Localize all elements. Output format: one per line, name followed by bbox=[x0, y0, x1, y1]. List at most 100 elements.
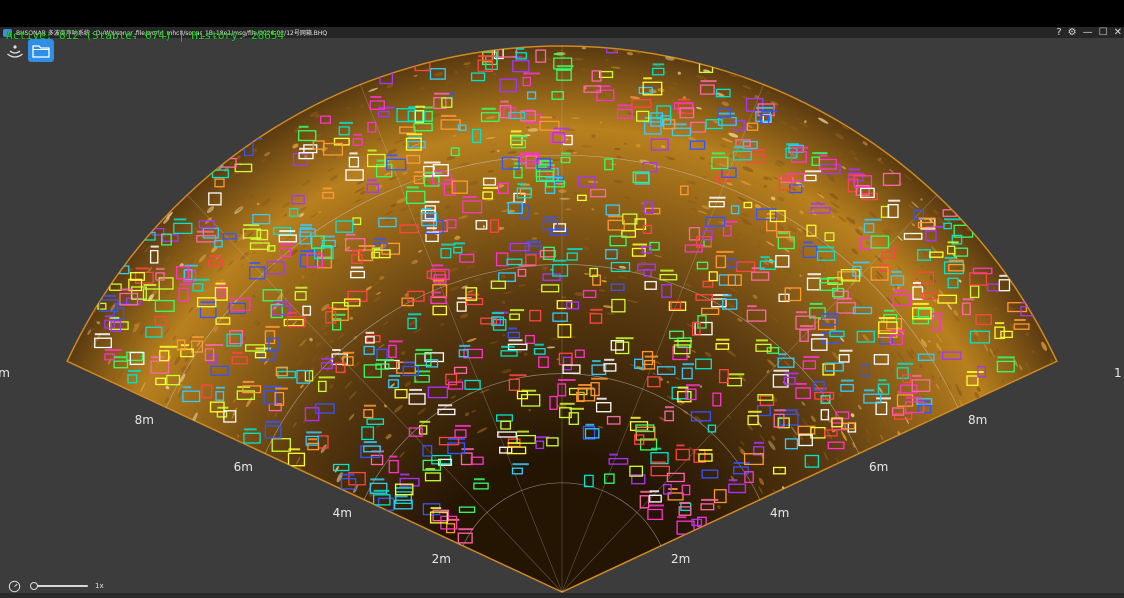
folder-icon bbox=[32, 44, 50, 58]
target-id-tag bbox=[300, 224, 312, 227]
target-id-tag bbox=[431, 291, 441, 294]
target-id-tag bbox=[630, 416, 641, 419]
target-id-tag bbox=[962, 298, 975, 301]
target-id-tag bbox=[543, 216, 558, 219]
target-id-tag bbox=[458, 528, 474, 531]
target-id-tag bbox=[853, 261, 870, 264]
target-id-tag bbox=[433, 92, 450, 95]
target-id-tag bbox=[913, 282, 921, 284]
target-id-tag bbox=[995, 322, 1005, 325]
playback-speed-slider[interactable] bbox=[30, 582, 88, 590]
target-id-tag bbox=[912, 302, 929, 305]
target-id-tag bbox=[279, 230, 296, 233]
target-id-tag bbox=[796, 382, 807, 385]
target-id-tag bbox=[812, 152, 828, 155]
target-id-tag bbox=[215, 282, 226, 285]
target-id-tag bbox=[341, 473, 355, 476]
target-id-tag bbox=[431, 264, 444, 267]
slider-thumb[interactable] bbox=[30, 582, 38, 590]
target-id-tag bbox=[803, 241, 813, 244]
target-id-tag bbox=[243, 224, 260, 227]
target-id-tag bbox=[652, 63, 665, 66]
target-id-tag bbox=[363, 441, 377, 444]
target-id-tag bbox=[609, 453, 618, 456]
target-id-tag bbox=[511, 135, 528, 138]
target-id-tag bbox=[414, 171, 425, 174]
range-label: 4m bbox=[770, 506, 790, 520]
target-id-tag bbox=[114, 356, 127, 359]
target-id-tag bbox=[800, 325, 814, 328]
target-id-tag bbox=[698, 449, 713, 451]
target-id-tag bbox=[351, 249, 363, 252]
target-id-tag bbox=[196, 230, 214, 233]
target-id-tag bbox=[596, 397, 607, 400]
target-id-tag bbox=[182, 386, 192, 389]
target-id-tag bbox=[423, 161, 441, 164]
target-id-tag bbox=[607, 42, 618, 44]
target-id-tag bbox=[674, 340, 692, 342]
target-id-tag bbox=[778, 353, 787, 356]
target-id-tag bbox=[432, 170, 445, 173]
target-id-tag bbox=[997, 356, 1015, 359]
target-id-tag bbox=[193, 278, 210, 281]
target-id-tag bbox=[332, 349, 341, 351]
target-id-tag bbox=[94, 333, 110, 336]
target-id-tag bbox=[679, 501, 691, 504]
target-id-tag bbox=[814, 387, 827, 390]
target-id-tag bbox=[561, 152, 571, 155]
range-label: 4m bbox=[332, 506, 352, 520]
target-id-tag bbox=[279, 243, 295, 246]
target-id-tag bbox=[864, 218, 882, 221]
target-id-tag bbox=[578, 384, 592, 386]
target-id-tag bbox=[888, 199, 901, 202]
target-id-tag bbox=[643, 77, 652, 80]
target-id-tag bbox=[796, 311, 808, 314]
target-id-tag bbox=[150, 245, 159, 248]
target-id-tag bbox=[441, 243, 456, 246]
target-id-tag bbox=[191, 336, 204, 339]
target-id-tag bbox=[244, 137, 263, 140]
target-id-tag bbox=[709, 196, 726, 199]
target-id-tag bbox=[773, 369, 789, 372]
target-id-tag bbox=[711, 152, 726, 155]
target-id-tag bbox=[944, 256, 956, 259]
speed-value: 1x bbox=[95, 582, 104, 590]
target-id-tag bbox=[159, 345, 178, 348]
target-id-tag bbox=[403, 361, 416, 364]
target-id-tag bbox=[367, 179, 377, 182]
target-id-tag bbox=[774, 409, 786, 412]
target-id-tag bbox=[863, 389, 875, 392]
target-id-tag bbox=[386, 154, 398, 157]
target-id-tag bbox=[784, 372, 799, 375]
target-id-tag bbox=[432, 279, 445, 282]
target-id-tag bbox=[339, 121, 353, 124]
target-id-tag bbox=[353, 133, 363, 136]
target-id-tag bbox=[143, 284, 157, 286]
target-id-tag bbox=[508, 339, 523, 342]
target-id-tag bbox=[723, 220, 738, 223]
speedometer-icon[interactable] bbox=[8, 580, 21, 593]
target-id-tag bbox=[516, 47, 525, 50]
target-id-tag bbox=[766, 213, 777, 215]
target-id-tag bbox=[512, 463, 529, 466]
target-id-tag bbox=[500, 100, 509, 103]
target-id-tag bbox=[104, 315, 114, 318]
open-folder-button[interactable] bbox=[28, 39, 54, 62]
target-id-tag bbox=[265, 420, 281, 423]
target-id-tag bbox=[912, 374, 922, 377]
sonar-toggle-button[interactable] bbox=[5, 42, 25, 62]
target-id-tag bbox=[306, 431, 322, 434]
target-id-tag bbox=[275, 387, 288, 390]
target-id-tag bbox=[299, 147, 315, 150]
target-id-tag bbox=[459, 344, 471, 347]
sonar-fan-view[interactable] bbox=[0, 0, 1124, 598]
target-id-tag bbox=[839, 349, 853, 352]
target-id-tag bbox=[128, 369, 141, 372]
target-id-tag bbox=[678, 98, 690, 101]
target-id-tag bbox=[558, 379, 576, 381]
target-id-tag bbox=[495, 43, 508, 45]
range-label: 6m bbox=[233, 460, 253, 474]
target-id-tag bbox=[523, 72, 540, 75]
target-id-tag bbox=[370, 96, 382, 98]
target-id-tag bbox=[273, 301, 289, 303]
